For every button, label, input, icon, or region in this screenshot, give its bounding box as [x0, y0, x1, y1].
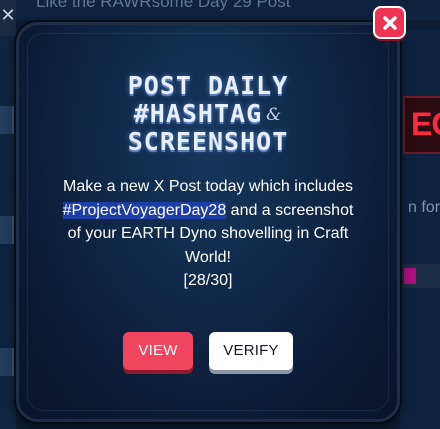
modal-title: POST DAILY #HASHTAG & SCREENSHOT [16, 72, 400, 156]
view-button[interactable]: VIEW [123, 332, 193, 370]
title-line-2: #HASHTAG & [16, 100, 400, 128]
title-line-3: SCREENSHOT [127, 127, 289, 156]
quest-description: Make a new X Post today which includes #… [56, 175, 360, 293]
background-progress-bar [396, 264, 440, 288]
background-title: Like the RAWRsome Day 29 Post [36, 0, 291, 11]
close-button[interactable] [373, 6, 406, 39]
background-right-panel [400, 30, 440, 429]
background-side-text: n for C [408, 199, 440, 216]
title-ampersand: & [266, 105, 283, 125]
title-line-1: POST DAILY [127, 71, 289, 100]
background-list-tile [0, 348, 14, 376]
background-list-tile [0, 106, 14, 134]
background-close-icon: ✕ [0, 0, 16, 36]
verify-button[interactable]: VERIFY [209, 332, 293, 370]
background-red-card: EO [403, 96, 440, 154]
background-progress-fill [404, 268, 416, 284]
close-icon [382, 15, 397, 30]
background-red-card-text: EO [411, 106, 440, 142]
hashtag-highlight[interactable]: #ProjectVoyagerDay28 [62, 201, 227, 219]
background-left-list [0, 36, 16, 429]
title-hashtag-word: #HASHTAG [133, 99, 263, 128]
description-text-before: Make a new X Post today which includes [63, 178, 353, 195]
background-list-tile [0, 216, 14, 244]
quest-progress: [28/30] [183, 272, 233, 289]
